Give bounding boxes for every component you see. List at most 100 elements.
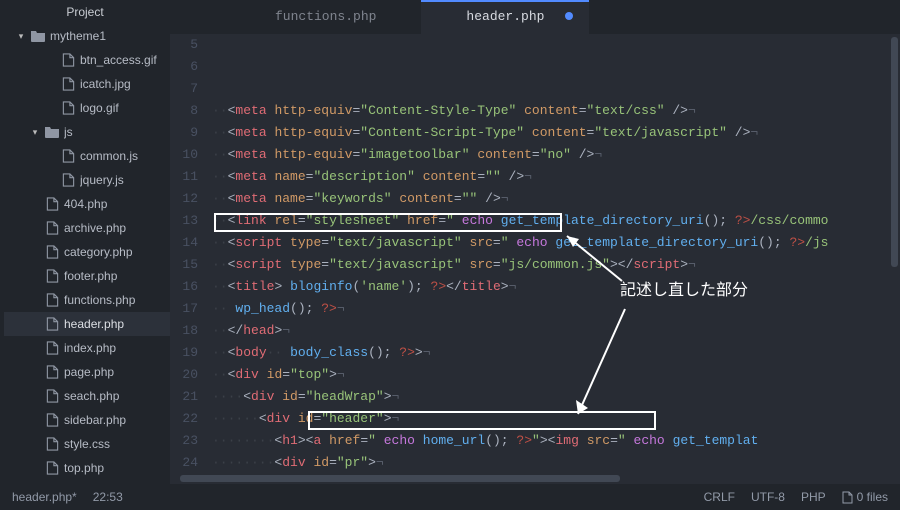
tree-item-footer-php[interactable]: footer.php [4, 264, 170, 288]
tree-item-top-php[interactable]: top.php [4, 456, 170, 480]
code-line[interactable]: ··<script type="text/javascript" src="js… [212, 254, 889, 276]
tab-label: functions.php [275, 9, 376, 24]
annotation-box-1 [214, 213, 562, 232]
code-line[interactable]: ········<div id="pr">¬ [212, 452, 889, 473]
line-number: 16 [170, 276, 212, 298]
vertical-scrollbar[interactable] [889, 34, 900, 473]
tree-item-archive-php[interactable]: archive.php [4, 216, 170, 240]
sidebar-title: Project [0, 0, 170, 24]
tree-item-index-php[interactable]: index.php [4, 336, 170, 360]
tree-item-functions-php[interactable]: functions.php [4, 288, 170, 312]
file-icon [45, 365, 59, 379]
code-line[interactable]: ··<meta name="description" content="" />… [212, 166, 889, 188]
code-line[interactable]: ········<h1><a href=" echo home_url(); ?… [212, 430, 889, 452]
code-line[interactable]: ·· wp_head(); ?>¬ [212, 298, 889, 320]
tree-item-page-php[interactable]: page.php [4, 360, 170, 384]
tree-item-label: jquery.js [80, 173, 124, 187]
code-line[interactable]: ··</head>¬ [212, 320, 889, 342]
code-area[interactable]: ··<meta http-equiv="Content-Style-Type" … [212, 34, 889, 473]
tree-item-style-css[interactable]: style.css [4, 432, 170, 456]
tree-item-label: seach.php [64, 389, 119, 403]
status-language[interactable]: PHP [801, 490, 826, 504]
tree-item-label: logo.gif [80, 101, 119, 115]
file-icon [45, 197, 59, 211]
file-icon [61, 173, 75, 187]
tree-item-label: 404.php [64, 197, 107, 211]
file-icon [45, 389, 59, 403]
line-number: 6 [170, 56, 212, 78]
line-number: 9 [170, 122, 212, 144]
tree-item-404-php[interactable]: 404.php [4, 192, 170, 216]
tree-item-label: style.css [64, 437, 110, 451]
tree-item-jquery-js[interactable]: jquery.js [4, 168, 170, 192]
tab-functions[interactable]: functions.php [230, 0, 421, 34]
line-number: 19 [170, 342, 212, 364]
code-line[interactable]: ····<div id="headWrap">¬ [212, 386, 889, 408]
tree-item-js[interactable]: ▾ js [4, 120, 170, 144]
tab-bar: functions.php header.php [170, 0, 900, 34]
tab-label: header.php [466, 9, 544, 24]
tree-item-header-php[interactable]: header.php [4, 312, 170, 336]
status-eol[interactable]: CRLF [704, 490, 735, 504]
tree-item-btn_access-gif[interactable]: btn_access.gif [4, 48, 170, 72]
tree-item-label: functions.php [64, 293, 135, 307]
tree-root-folder[interactable]: ▾ mytheme1 [4, 24, 170, 48]
file-icon [61, 53, 75, 67]
code-line[interactable]: ··<meta http-equiv="imagetoolbar" conten… [212, 144, 889, 166]
code-editor[interactable]: 5678910111213141516171819202122232425 ··… [170, 34, 900, 473]
file-icon [45, 413, 59, 427]
tree-item-label: sidebar.php [64, 413, 126, 427]
line-number: 10 [170, 144, 212, 166]
file-tree: ▾ mytheme1 btn_access.gif icatch.jpg logo.… [0, 24, 170, 480]
code-line[interactable]: ··<meta name="keywords" content="" />¬ [212, 188, 889, 210]
status-encoding[interactable]: UTF-8 [751, 490, 785, 504]
line-number: 24 [170, 452, 212, 473]
tree-item-label: header.php [64, 317, 124, 331]
tree-item-label: btn_access.gif [80, 53, 157, 67]
code-line[interactable]: ··<meta http-equiv="Content-Script-Type"… [212, 122, 889, 144]
tab-header[interactable]: header.php [421, 0, 589, 34]
file-icon [45, 437, 59, 451]
file-icon [61, 101, 75, 115]
tree-item-category-php[interactable]: category.php [4, 240, 170, 264]
tree-item-logo-gif[interactable]: logo.gif [4, 96, 170, 120]
horizontal-scrollbar[interactable] [170, 473, 900, 484]
code-line[interactable]: ··<meta http-equiv="Content-Style-Type" … [212, 100, 889, 122]
line-number: 22 [170, 408, 212, 430]
folder-icon [45, 126, 59, 138]
line-number: 7 [170, 78, 212, 100]
code-line[interactable]: ··<body·· body_class(); ?>>¬ [212, 342, 889, 364]
file-icon [842, 491, 853, 504]
tree-item-label: archive.php [64, 221, 126, 235]
arrow-icon [570, 304, 640, 424]
file-icon [45, 461, 59, 475]
line-number: 18 [170, 320, 212, 342]
tree-item-label: icatch.jpg [80, 77, 131, 91]
code-line[interactable]: ··<div id="top">¬ [212, 364, 889, 386]
line-number: 8 [170, 100, 212, 122]
code-line[interactable]: ··<script type="text/javascript" src=" e… [212, 232, 889, 254]
tree-item-label: js [64, 125, 73, 139]
chevron-icon: ▾ [30, 127, 40, 138]
file-icon [45, 341, 59, 355]
line-gutter: 5678910111213141516171819202122232425 [170, 34, 212, 473]
folder-icon [31, 30, 45, 42]
status-position[interactable]: 22:53 [93, 490, 123, 504]
tree-item-common-js[interactable]: common.js [4, 144, 170, 168]
status-file[interactable]: header.php* [12, 490, 77, 504]
tree-item-label: index.php [64, 341, 116, 355]
file-icon [61, 77, 75, 91]
tree-item-seach-php[interactable]: seach.php [4, 384, 170, 408]
code-line[interactable]: ··<title> bloginfo('name'); ?></title>¬ [212, 276, 889, 298]
line-number: 14 [170, 232, 212, 254]
project-sidebar: Project ▾ mytheme1 btn_access.gif icatch.… [0, 0, 170, 484]
tree-item-label: category.php [64, 245, 133, 259]
tree-item-sidebar-php[interactable]: sidebar.php [4, 408, 170, 432]
line-number: 20 [170, 364, 212, 386]
arrow-icon [562, 229, 632, 289]
tree-item-label: common.js [80, 149, 138, 163]
status-files[interactable]: 0 files [842, 490, 888, 504]
editor-pane: functions.php header.php 567891011121314… [170, 0, 900, 484]
annotation-label: 記述し直した部分 [620, 280, 748, 302]
tree-item-icatch-jpg[interactable]: icatch.jpg [4, 72, 170, 96]
